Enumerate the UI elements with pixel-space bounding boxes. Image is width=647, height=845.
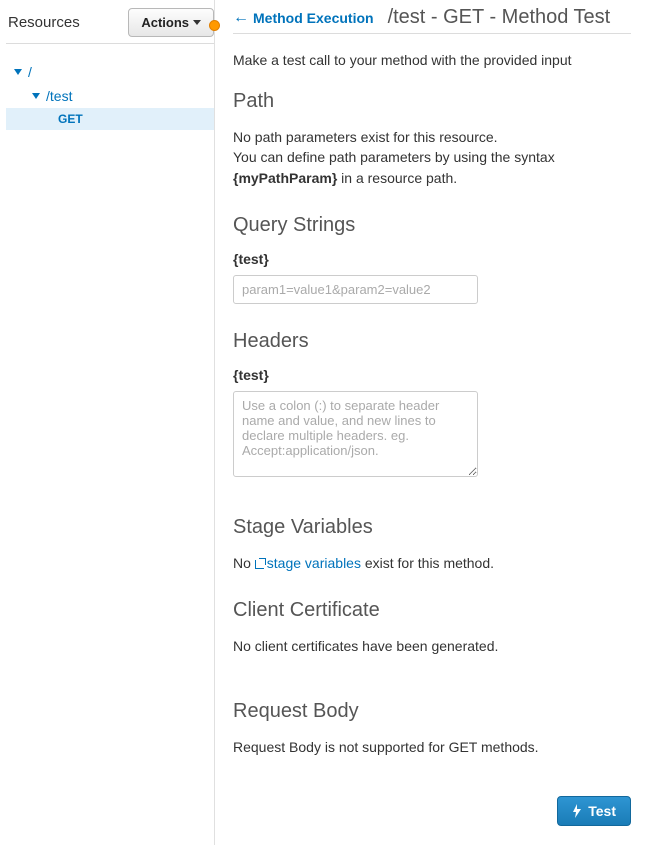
path-text: No path parameters exist for this resour…: [233, 127, 631, 188]
page-title: /test - GET - Method Test: [388, 6, 611, 29]
back-link-label: Method Execution: [253, 10, 374, 26]
query-string-input[interactable]: [233, 275, 478, 304]
tree-method-get[interactable]: GET: [6, 108, 214, 130]
client-certificate-text: No client certificates have been generat…: [233, 636, 631, 656]
stage-variables-heading: Stage Variables: [233, 516, 631, 539]
path-heading: Path: [233, 90, 631, 113]
actions-dropdown-button[interactable]: Actions: [128, 8, 214, 37]
request-body-heading: Request Body: [233, 700, 631, 723]
client-certificate-heading: Client Certificate: [233, 599, 631, 622]
query-field-label: {test}: [233, 251, 631, 267]
headers-field-label: {test}: [233, 367, 631, 383]
notification-dot-icon: [209, 20, 220, 31]
test-button-label: Test: [588, 803, 616, 819]
lightning-icon: [572, 804, 582, 818]
headers-input[interactable]: [233, 391, 478, 477]
resource-tree: / /test GET: [6, 44, 214, 130]
tree-resource-test[interactable]: /test: [6, 84, 214, 108]
test-button[interactable]: Test: [557, 796, 631, 826]
headers-heading: Headers: [233, 330, 631, 353]
disclosure-down-icon: [32, 93, 40, 99]
external-link-icon: [255, 558, 266, 569]
tree-method-label: GET: [58, 112, 83, 126]
caret-down-icon: [193, 20, 201, 25]
actions-label: Actions: [141, 15, 189, 30]
request-body-text: Request Body is not supported for GET me…: [233, 737, 631, 757]
query-strings-heading: Query Strings: [233, 214, 631, 237]
stage-variables-link[interactable]: stage variables: [255, 555, 361, 571]
stage-variables-text: No stage variables exist for this method…: [233, 553, 631, 573]
tree-resource-label: /test: [46, 88, 72, 104]
tree-root-label: /: [28, 64, 32, 80]
arrow-left-icon: ←: [233, 10, 249, 26]
intro-text: Make a test call to your method with the…: [233, 52, 631, 68]
disclosure-down-icon: [14, 69, 22, 75]
back-to-method-execution-link[interactable]: ← Method Execution: [233, 10, 374, 26]
resources-heading: Resources: [6, 14, 128, 31]
tree-root[interactable]: /: [6, 60, 214, 84]
